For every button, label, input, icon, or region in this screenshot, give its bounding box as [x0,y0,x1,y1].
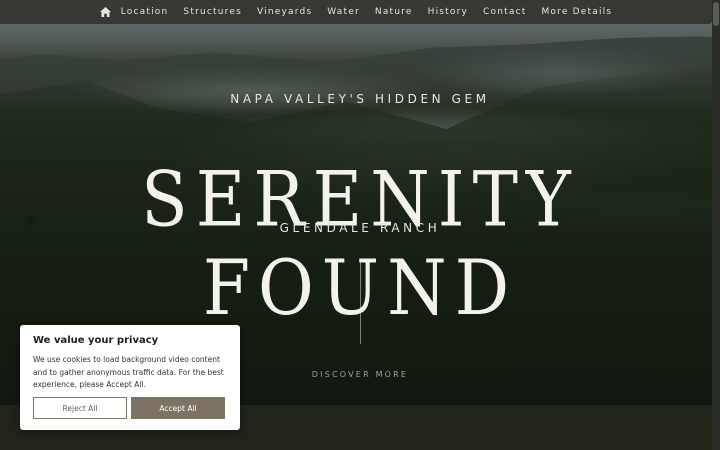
nav-water[interactable]: Water [327,7,360,17]
nav-vineyards[interactable]: Vineyards [257,7,312,17]
cookie-title: We value your privacy [33,335,159,346]
page-scrollbar[interactable] [712,0,720,450]
nav-contact[interactable]: Contact [483,7,526,17]
home-icon[interactable] [99,7,112,17]
hero-kicker: NAPA VALLEY'S HIDDEN GEM [230,92,490,106]
accept-all-button[interactable]: Accept All [131,397,225,419]
nav-structures[interactable]: Structures [183,7,242,17]
scrollbar-thumb[interactable] [713,2,719,26]
nav-location[interactable]: Location [121,7,169,17]
top-navigation: Location Structures Vineyards Water Natu… [0,0,712,24]
cookie-consent-banner: We value your privacy We use cookies to … [20,325,240,430]
divider-line [360,262,361,344]
reject-all-button[interactable]: Reject All [33,397,127,419]
cookie-message: We use cookies to load background video … [33,355,224,389]
nav-history[interactable]: History [428,7,468,17]
nav-nature[interactable]: Nature [375,7,413,17]
nav-more-details[interactable]: More Details [541,7,612,17]
hero-subtitle: GLENDALE RANCH [279,221,441,235]
